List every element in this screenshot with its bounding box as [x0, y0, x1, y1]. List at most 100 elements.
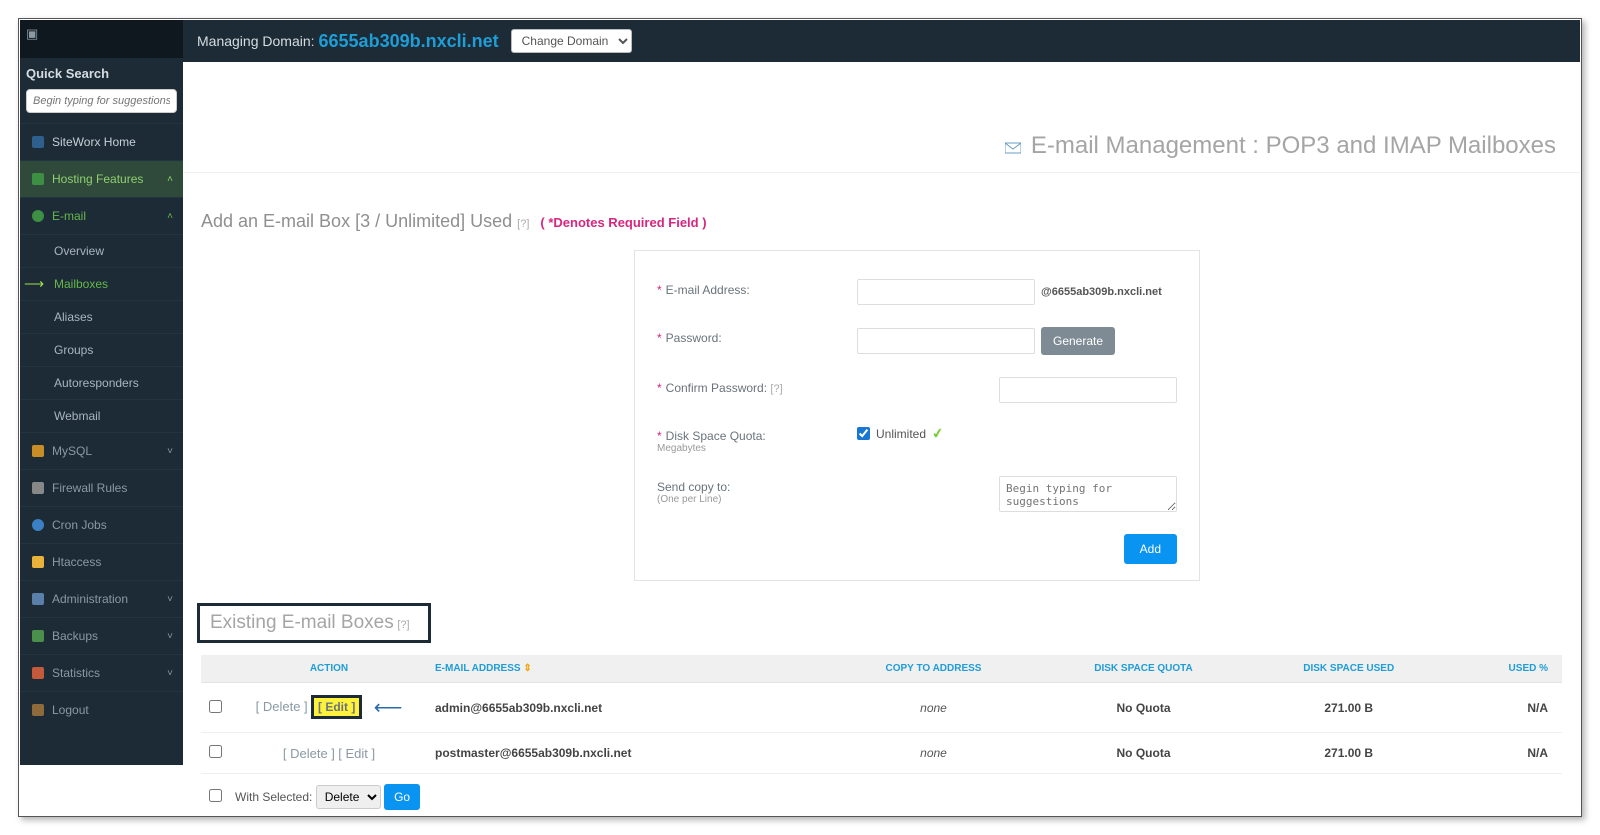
- with-selected-select[interactable]: Delete: [316, 785, 381, 809]
- globe-icon: [32, 210, 44, 222]
- nav-htaccess[interactable]: Htaccess: [20, 543, 183, 580]
- chevron-down-icon: ˅: [167, 594, 173, 605]
- password-input[interactable]: [857, 328, 1035, 354]
- chevron-up-icon: ˄: [167, 211, 173, 222]
- nav-email[interactable]: E-mail ˄: [20, 197, 183, 234]
- topbar: Managing Domain: 6655ab309b.nxcli.net Ch…: [183, 20, 1580, 62]
- subnav-mailboxes-label: Mailboxes: [54, 277, 108, 291]
- nav-home-label: SiteWorx Home: [52, 135, 136, 149]
- mailbox-table-wrap: ACTION E-MAIL ADDRESS ⇕ COPY TO ADDRESS …: [201, 655, 1562, 815]
- confirm-password-input[interactable]: [999, 377, 1177, 403]
- nav-statistics[interactable]: Statistics ˅: [20, 654, 183, 691]
- email-input[interactable]: [857, 279, 1035, 305]
- subnav-overview[interactable]: Overview: [20, 234, 183, 267]
- table-row: [ Delete ] [ Edit ] postmaster@6655ab309…: [201, 733, 1562, 774]
- sidebar: ▣ Quick Search SiteWorx Home Hosting Fea…: [20, 20, 183, 765]
- existing-title: Existing E-mail Boxes: [210, 612, 394, 633]
- nav-logout[interactable]: Logout: [20, 691, 183, 728]
- quota-label: Disk Space Quota:: [666, 429, 766, 443]
- email-label: E-mail Address:: [666, 283, 750, 297]
- subnav-groups[interactable]: Groups: [20, 333, 183, 366]
- chevron-down-icon: ˅: [167, 446, 173, 457]
- firewall-icon: [32, 482, 44, 494]
- chevron-down-icon: ˅: [167, 631, 173, 642]
- main-content: E-mail Management : POP3 and IMAP Mailbo…: [183, 62, 1580, 815]
- add-mailbox-form: *E-mail Address: @6655ab309b.nxcli.net *…: [634, 250, 1200, 581]
- nav-firewall-label: Firewall Rules: [52, 481, 127, 495]
- unlimited-checkbox[interactable]: [857, 427, 870, 440]
- nav-cron[interactable]: Cron Jobs: [20, 506, 183, 543]
- col-used[interactable]: DISK SPACE USED: [1250, 655, 1448, 683]
- chevron-up-icon: ˄: [167, 174, 173, 185]
- nav-cron-label: Cron Jobs: [52, 518, 107, 532]
- col-email[interactable]: E-MAIL ADDRESS ⇕: [429, 655, 830, 683]
- col-pct[interactable]: USED %: [1448, 655, 1562, 683]
- add-button[interactable]: Add: [1124, 534, 1177, 564]
- backup-icon: [32, 630, 44, 642]
- row-email: admin@6655ab309b.nxcli.net: [429, 683, 830, 733]
- nav-hosting-label: Hosting Features: [52, 172, 143, 186]
- folder-icon: [32, 556, 44, 568]
- row-copy: none: [830, 733, 1038, 774]
- delete-link[interactable]: [ Delete ]: [256, 699, 308, 714]
- unlimited-label: Unlimited: [876, 427, 926, 441]
- subnav-autoresponders[interactable]: Autoresponders: [20, 366, 183, 399]
- nav-logout-label: Logout: [52, 703, 89, 717]
- col-copy[interactable]: COPY TO ADDRESS: [830, 655, 1038, 683]
- row-checkbox[interactable]: [209, 745, 222, 758]
- edit-link-highlight[interactable]: [ Edit ]: [311, 695, 362, 719]
- nav-hosting-features[interactable]: Hosting Features ˄: [20, 160, 183, 197]
- logout-icon: [32, 704, 44, 716]
- row-copy: none: [830, 683, 1038, 733]
- col-checkbox: [201, 655, 229, 683]
- arrow-callout-icon: ⟵: [374, 697, 403, 719]
- table-row: [ Delete ] [ Edit ] ⟵ admin@6655ab309b.n…: [201, 683, 1562, 733]
- monitor-icon: [32, 173, 44, 185]
- send-copy-textarea[interactable]: [999, 476, 1177, 512]
- row-checkbox[interactable]: [209, 700, 222, 713]
- clock-icon: [32, 519, 44, 531]
- nav-administration[interactable]: Administration ˅: [20, 580, 183, 617]
- nav-admin-label: Administration: [52, 592, 128, 606]
- select-all-checkbox[interactable]: [209, 789, 222, 802]
- help-icon[interactable]: [?]: [517, 218, 529, 230]
- domain-suffix: @6655ab309b.nxcli.net: [1041, 286, 1162, 298]
- delete-link[interactable]: [ Delete ]: [283, 746, 335, 761]
- row-pct: N/A: [1448, 683, 1562, 733]
- nav-stats-label: Statistics: [52, 666, 100, 680]
- confirm-label: Confirm Password:: [666, 381, 767, 395]
- subnav-webmail[interactable]: Webmail: [20, 399, 183, 432]
- with-selected-label: With Selected:: [235, 790, 312, 804]
- row-used: 271.00 B: [1250, 683, 1448, 733]
- subnav-mailboxes[interactable]: ⟶ Mailboxes: [20, 267, 183, 300]
- row-quota: No Quota: [1037, 733, 1249, 774]
- row-used: 271.00 B: [1250, 733, 1448, 774]
- page-title-row: E-mail Management : POP3 and IMAP Mailbo…: [183, 62, 1580, 173]
- go-button[interactable]: Go: [384, 784, 420, 810]
- nav-mysql[interactable]: MySQL ˅: [20, 432, 183, 469]
- nav-mysql-label: MySQL: [52, 444, 92, 458]
- change-domain-select[interactable]: Change Domain: [511, 29, 632, 53]
- subnav-aliases[interactable]: Aliases: [20, 300, 183, 333]
- generate-button[interactable]: Generate: [1041, 327, 1115, 355]
- logo-row: ▣: [20, 20, 183, 58]
- nav-backups-label: Backups: [52, 629, 98, 643]
- quick-search-input[interactable]: [26, 89, 177, 113]
- edit-link[interactable]: [ Edit ]: [338, 746, 375, 761]
- nav-email-label: E-mail: [52, 209, 86, 223]
- nav-firewall[interactable]: Firewall Rules: [20, 469, 183, 506]
- page-title: E-mail Management : POP3 and IMAP Mailbo…: [1031, 132, 1556, 159]
- mailbox-table: ACTION E-MAIL ADDRESS ⇕ COPY TO ADDRESS …: [201, 655, 1562, 815]
- password-label: Password:: [666, 331, 722, 345]
- copy-label: Send copy to:: [657, 480, 730, 494]
- help-icon[interactable]: [?]: [397, 619, 409, 631]
- nav-home[interactable]: SiteWorx Home: [20, 123, 183, 160]
- row-quota: No Quota: [1037, 683, 1249, 733]
- chart-icon: [32, 667, 44, 679]
- col-quota[interactable]: DISK SPACE QUOTA: [1037, 655, 1249, 683]
- help-icon[interactable]: [?]: [770, 383, 782, 395]
- col-action[interactable]: ACTION: [229, 655, 429, 683]
- copy-sublabel: (One per Line): [657, 494, 857, 505]
- add-mailbox-title: Add an E-mail Box [3 / Unlimited] Used […: [183, 173, 1580, 250]
- nav-backups[interactable]: Backups ˅: [20, 617, 183, 654]
